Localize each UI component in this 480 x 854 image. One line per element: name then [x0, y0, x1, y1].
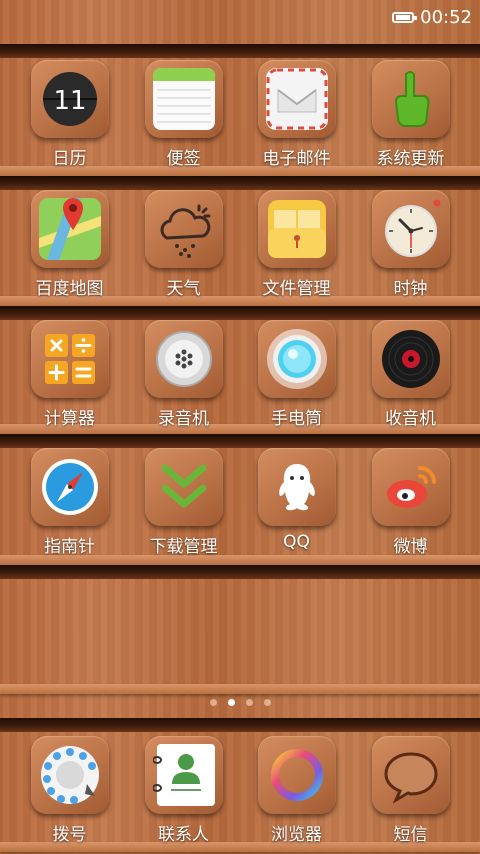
app-calendar[interactable]: 11 日历 — [13, 58, 126, 178]
app-map[interactable]: 百度地图 — [13, 188, 126, 308]
app-clock[interactable]: 时钟 — [354, 188, 467, 308]
app-label: 联系人 — [158, 825, 209, 845]
status-time: 00:52 — [420, 7, 472, 28]
app-flashlight[interactable]: 手电筒 — [240, 318, 353, 438]
notes-icon — [153, 68, 215, 130]
battery-icon — [392, 12, 418, 23]
app-mail[interactable]: 电子邮件 — [240, 58, 353, 178]
page-dot[interactable] — [263, 699, 271, 706]
radio-icon — [382, 330, 440, 388]
app-label: 下载管理 — [149, 537, 218, 557]
app-label: 便签 — [166, 149, 201, 169]
app-label: 文件管理 — [262, 279, 331, 299]
app-dialer[interactable]: 拨号 — [13, 734, 126, 854]
status-bar: 00:52 — [0, 0, 480, 36]
app-radio[interactable]: 收音机 — [354, 318, 467, 438]
messages-icon — [384, 752, 438, 804]
app-row-1: 11 日历 便签 电子邮件 系统更新 — [0, 58, 480, 178]
app-download-manager[interactable]: 下载管理 — [127, 446, 240, 566]
recorder-icon — [156, 331, 212, 387]
shelf-divider — [0, 718, 480, 732]
app-system-update[interactable]: 系统更新 — [354, 58, 467, 178]
page-dot[interactable] — [245, 699, 253, 706]
app-label: 录音机 — [158, 409, 209, 429]
app-label: 短信 — [393, 825, 428, 845]
app-label: 微博 — [393, 537, 428, 557]
app-contacts[interactable]: 联系人 — [127, 734, 240, 854]
mail-icon — [266, 68, 328, 130]
app-label: 收音机 — [385, 409, 436, 429]
shelf-divider — [0, 565, 480, 579]
page-dot[interactable] — [209, 699, 217, 706]
app-recorder[interactable]: 录音机 — [127, 318, 240, 438]
shelf-divider — [0, 44, 480, 58]
app-row-2: 百度地图 天气 文件管理 时钟 — [0, 188, 480, 308]
shelf-edge — [0, 684, 480, 694]
clock-icon — [385, 199, 441, 257]
app-file-manager[interactable]: 文件管理 — [240, 188, 353, 308]
system-update-icon — [394, 71, 430, 127]
app-label: 计算器 — [44, 409, 95, 429]
app-label: 百度地图 — [35, 279, 104, 299]
app-label: 系统更新 — [376, 149, 445, 169]
page-dot-active[interactable] — [227, 699, 235, 706]
app-label: 浏览器 — [271, 825, 322, 845]
app-label: 天气 — [166, 279, 201, 299]
flashlight-icon — [267, 329, 327, 389]
weather-icon — [160, 204, 211, 258]
app-label: 手电筒 — [271, 409, 322, 429]
page-indicator[interactable] — [0, 699, 480, 706]
app-weather[interactable]: 天气 — [127, 188, 240, 308]
browser-icon — [271, 749, 323, 801]
app-label: 时钟 — [393, 279, 428, 299]
app-label: 日历 — [52, 149, 87, 169]
dock: 拨号 联系人 浏览器 短信 — [0, 734, 480, 854]
contacts-icon — [153, 744, 215, 806]
app-label: 电子邮件 — [262, 149, 331, 169]
app-label: 拨号 — [52, 825, 87, 845]
app-label: 指南针 — [44, 537, 95, 557]
app-weibo[interactable]: 微博 — [354, 446, 467, 566]
calculator-icon — [45, 334, 95, 384]
app-label: QQ — [283, 532, 310, 552]
app-messages[interactable]: 短信 — [354, 734, 467, 854]
weibo-icon — [387, 466, 436, 508]
app-notes[interactable]: 便签 — [127, 58, 240, 178]
map-icon — [39, 198, 101, 260]
app-row-4: 指南针 下载管理 QQ 微博 — [0, 446, 480, 566]
file-manager-icon — [268, 200, 326, 258]
dialer-icon — [41, 746, 99, 804]
calendar-icon: 11 — [43, 72, 97, 126]
app-browser[interactable]: 浏览器 — [240, 734, 353, 854]
app-compass[interactable]: 指南针 — [13, 446, 126, 566]
compass-icon — [42, 459, 98, 515]
app-qq[interactable]: QQ — [240, 446, 353, 566]
app-row-3: 计算器 录音机 手电筒 收音机 — [0, 318, 480, 438]
qq-icon — [279, 464, 315, 511]
download-icon — [161, 464, 207, 508]
svg-text:11: 11 — [53, 86, 86, 116]
app-calculator[interactable]: 计算器 — [13, 318, 126, 438]
